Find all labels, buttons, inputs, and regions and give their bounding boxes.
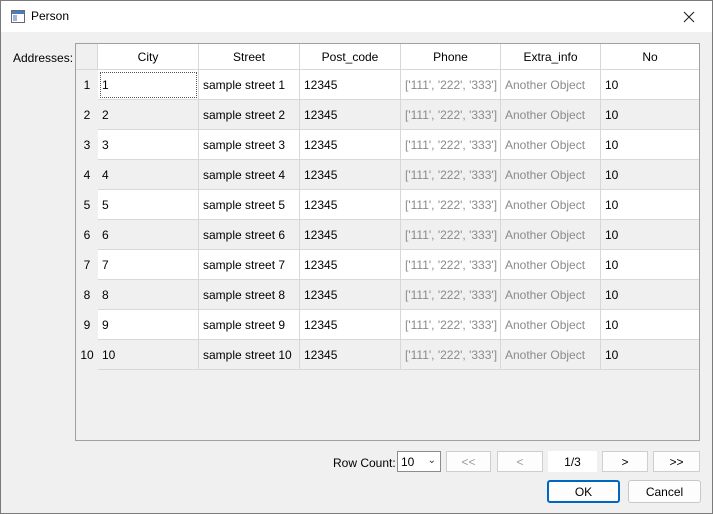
previous-page-button[interactable]: < <box>497 451 543 472</box>
column-header-post-code[interactable]: Post_code <box>300 44 401 70</box>
row-count-value: 10 <box>401 454 415 469</box>
row-header[interactable]: 8 <box>76 280 98 310</box>
cell-city[interactable]: 8 <box>98 280 199 310</box>
cell-no[interactable]: 10 <box>601 130 699 160</box>
cell-city[interactable]: 9 <box>98 310 199 340</box>
cell-city[interactable]: 6 <box>98 220 199 250</box>
cell-phone[interactable]: ['111', '222', '333'] <box>401 190 501 220</box>
cell-phone[interactable]: ['111', '222', '333'] <box>401 100 501 130</box>
cell-no[interactable]: 10 <box>601 220 699 250</box>
cell-street[interactable]: sample street 9 <box>199 310 300 340</box>
row-header[interactable]: 9 <box>76 310 98 340</box>
cell-street[interactable]: sample street 6 <box>199 220 300 250</box>
cell-street[interactable]: sample street 10 <box>199 340 300 370</box>
cell-post-code[interactable]: 12345 <box>300 190 401 220</box>
table-corner[interactable] <box>76 44 98 70</box>
cell-street[interactable]: sample street 8 <box>199 280 300 310</box>
cell-post-code[interactable]: 12345 <box>300 340 401 370</box>
cell-no[interactable]: 10 <box>601 310 699 340</box>
close-icon <box>683 11 695 22</box>
row-header[interactable]: 2 <box>76 100 98 130</box>
cell-post-code[interactable]: 12345 <box>300 160 401 190</box>
row-header[interactable]: 3 <box>76 130 98 160</box>
cell-extra-info[interactable]: Another Object <box>501 190 601 220</box>
cell-post-code[interactable]: 12345 <box>300 280 401 310</box>
cell-city[interactable]: 5 <box>98 190 199 220</box>
person-dialog: Person Addresses: City Street Post_code … <box>0 0 713 514</box>
close-button[interactable] <box>666 1 712 32</box>
row-count-select[interactable]: 10 ⌄ <box>397 451 441 472</box>
cell-no[interactable]: 10 <box>601 280 699 310</box>
cell-no[interactable]: 10 <box>601 190 699 220</box>
cell-extra-info[interactable]: Another Object <box>501 310 601 340</box>
window-title: Person <box>31 9 70 23</box>
cell-phone[interactable]: ['111', '222', '333'] <box>401 130 501 160</box>
cell-extra-info[interactable]: Another Object <box>501 340 601 370</box>
cell-street[interactable]: sample street 7 <box>199 250 300 280</box>
cell-no[interactable]: 10 <box>601 340 699 370</box>
cell-extra-info[interactable]: Another Object <box>501 250 601 280</box>
cell-phone[interactable]: ['111', '222', '333'] <box>401 280 501 310</box>
cell-post-code[interactable]: 12345 <box>300 130 401 160</box>
cell-city[interactable]: 4 <box>98 160 199 190</box>
cell-street[interactable]: sample street 3 <box>199 130 300 160</box>
cell-phone[interactable]: ['111', '222', '333'] <box>401 250 501 280</box>
cell-extra-info[interactable]: Another Object <box>501 70 601 100</box>
column-header-no[interactable]: No <box>601 44 699 70</box>
cell-street[interactable]: sample street 5 <box>199 190 300 220</box>
cell-no[interactable]: 10 <box>601 70 699 100</box>
cell-street[interactable]: sample street 2 <box>199 100 300 130</box>
column-header-extra-info[interactable]: Extra_info <box>501 44 601 70</box>
cell-phone[interactable]: ['111', '222', '333'] <box>401 70 501 100</box>
row-header[interactable]: 7 <box>76 250 98 280</box>
last-page-button[interactable]: >> <box>653 451 700 472</box>
cell-post-code[interactable]: 12345 <box>300 100 401 130</box>
addresses-table[interactable]: City Street Post_code Phone Extra_info N… <box>75 43 700 441</box>
cell-street[interactable]: sample street 4 <box>199 160 300 190</box>
cancel-button[interactable]: Cancel <box>628 480 701 503</box>
cell-post-code[interactable]: 12345 <box>300 250 401 280</box>
cell-phone[interactable]: ['111', '222', '333'] <box>401 310 501 340</box>
cell-phone[interactable]: ['111', '222', '333'] <box>401 340 501 370</box>
page-indicator: 1/3 <box>548 451 597 472</box>
cell-extra-info[interactable]: Another Object <box>501 280 601 310</box>
column-header-street[interactable]: Street <box>199 44 300 70</box>
row-header[interactable]: 4 <box>76 160 98 190</box>
row-header[interactable]: 10 <box>76 340 98 370</box>
ok-button[interactable]: OK <box>547 480 620 503</box>
window-icon <box>11 10 25 23</box>
row-header-empty <box>76 369 98 440</box>
row-count-label: Row Count: <box>333 456 396 470</box>
column-header-city[interactable]: City <box>98 44 199 70</box>
cell-phone[interactable]: ['111', '222', '333'] <box>401 220 501 250</box>
first-page-button[interactable]: << <box>446 451 491 472</box>
row-header[interactable]: 6 <box>76 220 98 250</box>
addresses-label: Addresses: <box>13 51 74 65</box>
cell-city[interactable]: 10 <box>98 340 199 370</box>
cell-street[interactable]: sample street 1 <box>199 70 300 100</box>
row-header[interactable]: 1 <box>76 70 98 100</box>
cell-city[interactable]: 3 <box>98 130 199 160</box>
cell-extra-info[interactable]: Another Object <box>501 100 601 130</box>
cell-post-code[interactable]: 12345 <box>300 220 401 250</box>
cell-no[interactable]: 10 <box>601 160 699 190</box>
next-page-button[interactable]: > <box>602 451 648 472</box>
title-bar: Person <box>1 1 712 32</box>
cell-city[interactable]: 1 <box>98 70 199 100</box>
cell-extra-info[interactable]: Another Object <box>501 160 601 190</box>
column-header-phone[interactable]: Phone <box>401 44 501 70</box>
cell-city[interactable]: 7 <box>98 250 199 280</box>
cell-no[interactable]: 10 <box>601 100 699 130</box>
cell-extra-info[interactable]: Another Object <box>501 130 601 160</box>
row-header[interactable]: 5 <box>76 190 98 220</box>
cell-city[interactable]: 2 <box>98 100 199 130</box>
cell-phone[interactable]: ['111', '222', '333'] <box>401 160 501 190</box>
chevron-down-icon: ⌄ <box>427 455 436 466</box>
cell-no[interactable]: 10 <box>601 250 699 280</box>
cell-post-code[interactable]: 12345 <box>300 70 401 100</box>
cell-extra-info[interactable]: Another Object <box>501 220 601 250</box>
cell-post-code[interactable]: 12345 <box>300 310 401 340</box>
